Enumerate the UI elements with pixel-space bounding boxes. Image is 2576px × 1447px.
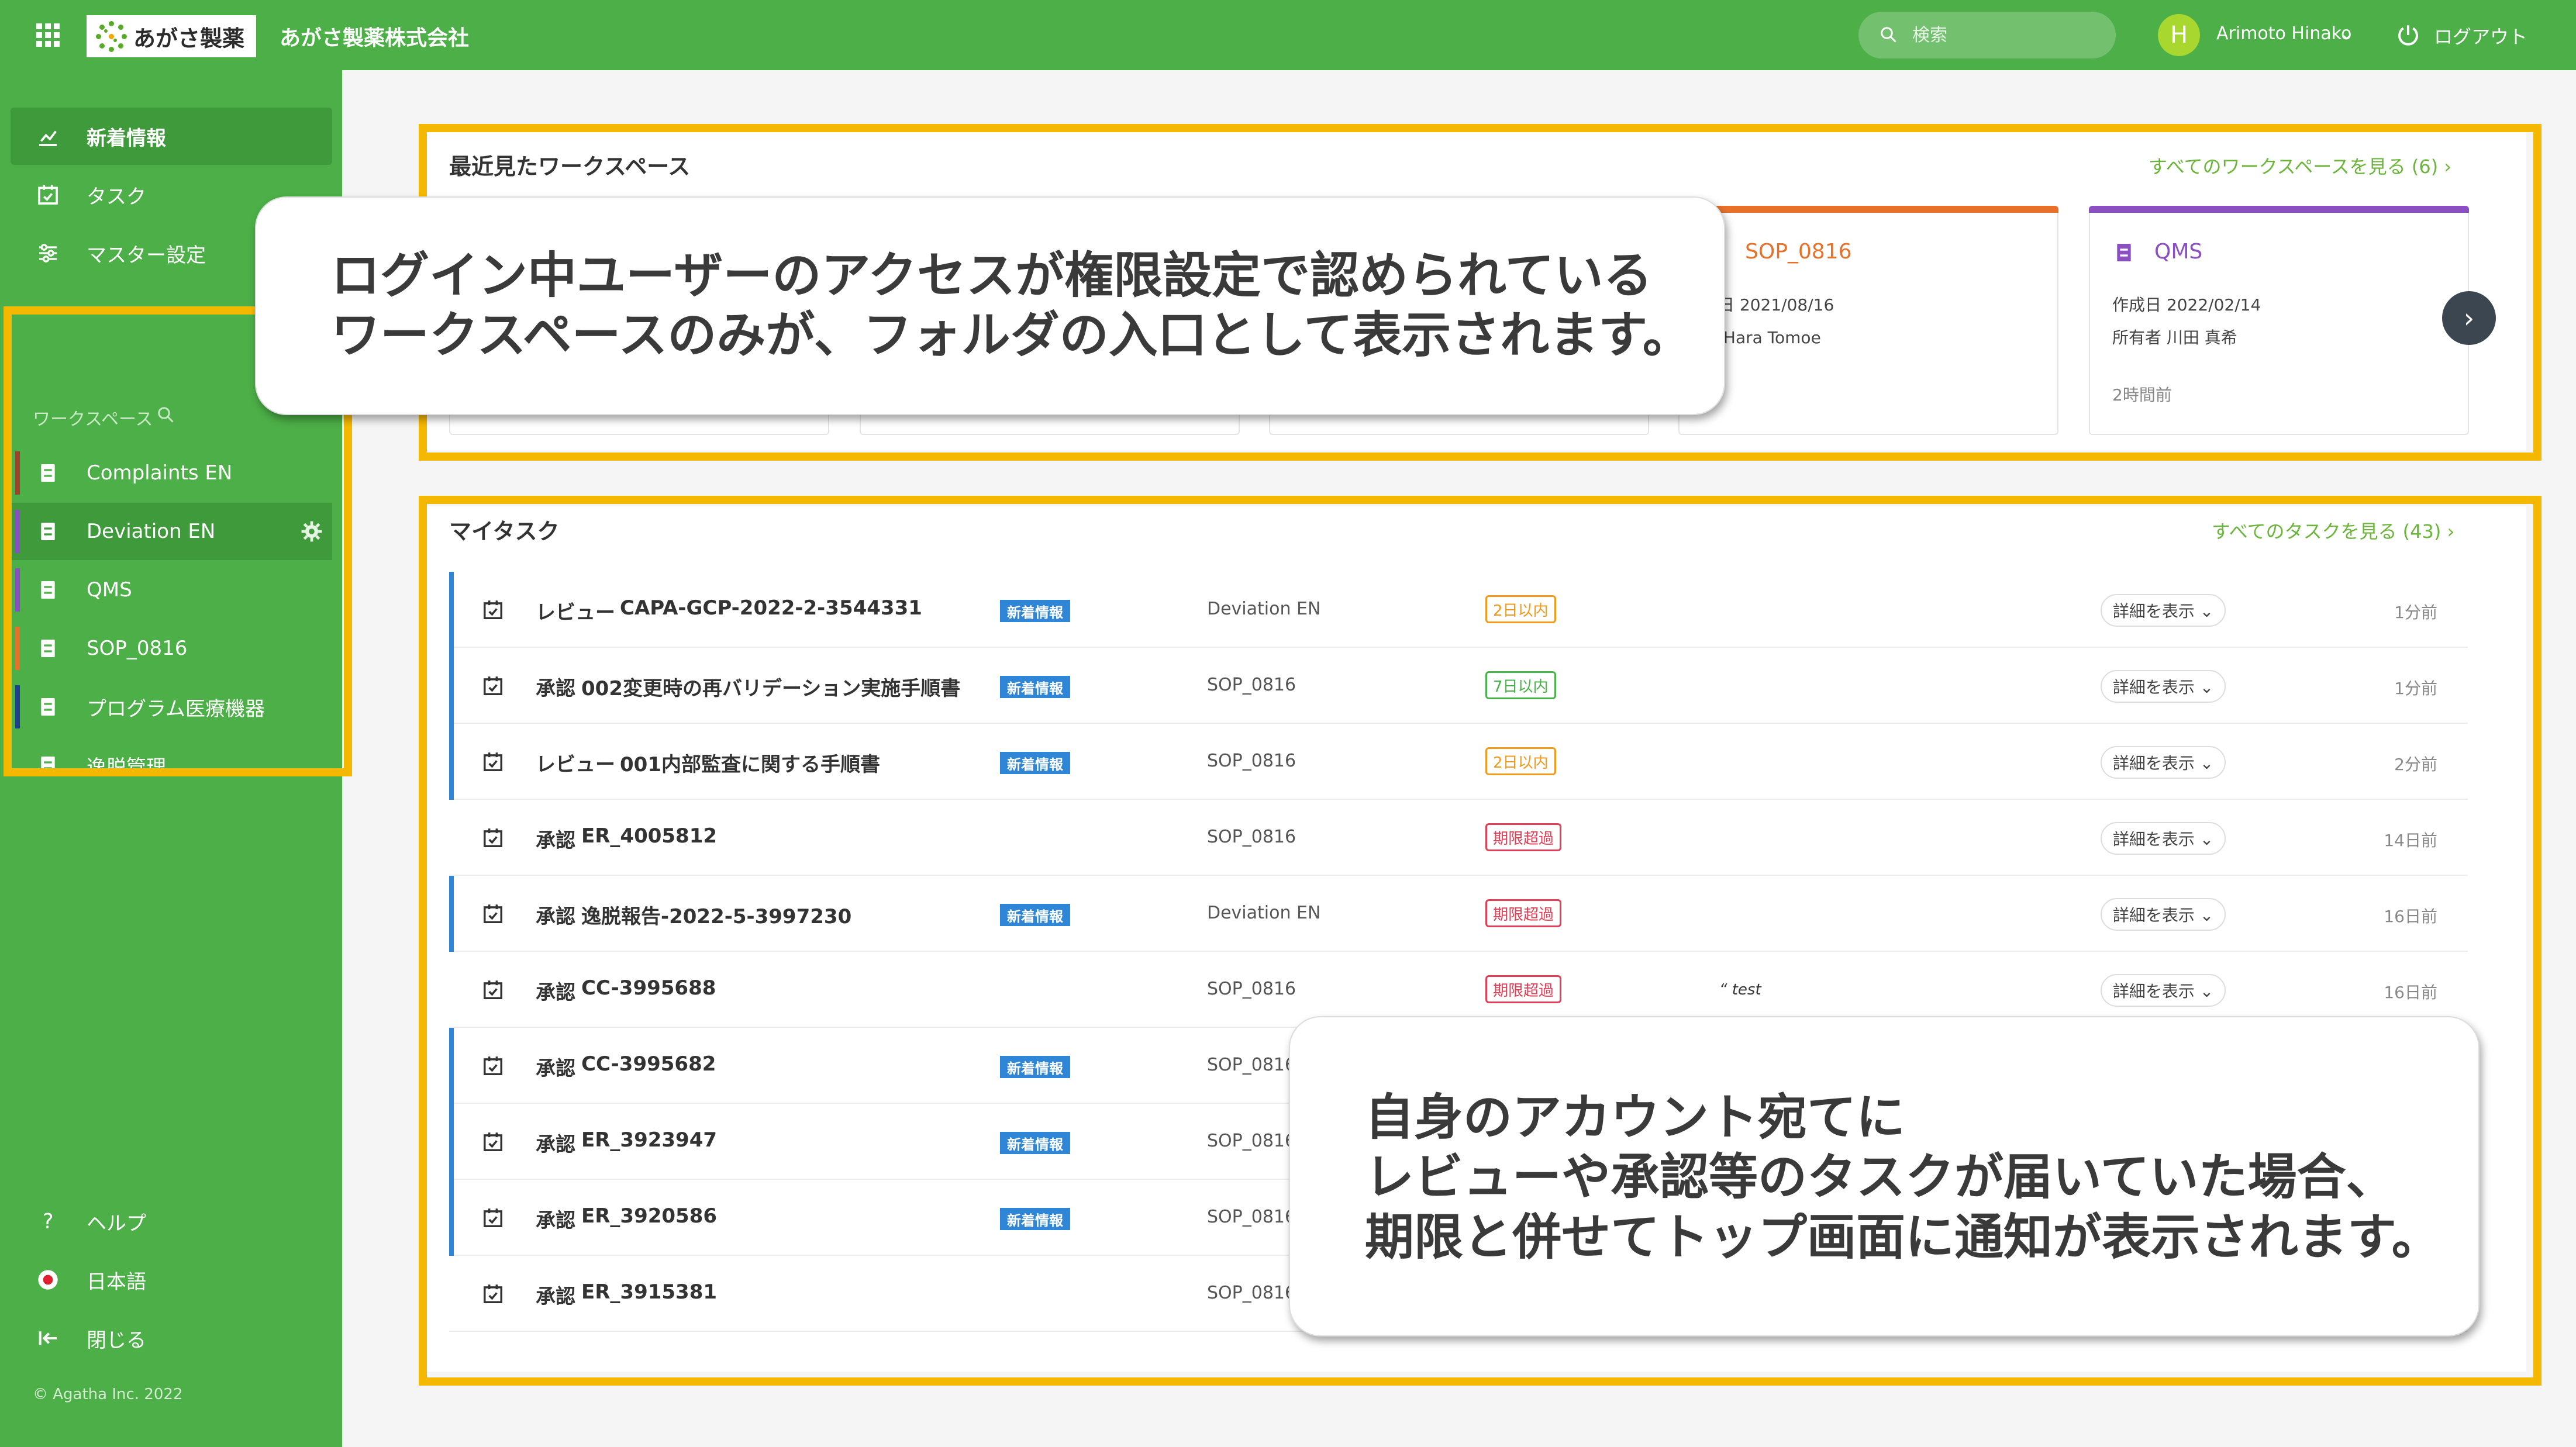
logout-button[interactable]: ログアウト bbox=[2434, 22, 2527, 49]
copyright: © Agatha Inc. 2022 bbox=[33, 1386, 183, 1403]
nav-label: タスク bbox=[87, 185, 146, 209]
footer-label: 閉じる bbox=[87, 1328, 146, 1352]
search-input[interactable] bbox=[1912, 20, 2099, 50]
avatar[interactable]: H bbox=[2158, 14, 2200, 56]
calendar-check-icon bbox=[38, 185, 58, 205]
callout-text: 自身のアカウント宛てに レビューや承認等のタスクが届いていた場合、 期限と併せて… bbox=[1365, 1089, 2441, 1266]
user-name[interactable]: Arimoto Hinako bbox=[2216, 23, 2351, 44]
nav-label: マスター設定 bbox=[87, 243, 206, 267]
logo-text: あがさ製薬 bbox=[133, 25, 245, 51]
help-link[interactable]: ? ヘルプ bbox=[11, 1193, 332, 1250]
collapse-sidebar-button[interactable]: 閉じる bbox=[11, 1310, 332, 1367]
japan-flag-icon bbox=[38, 1270, 58, 1290]
help-icon: ? bbox=[42, 1209, 54, 1234]
callout-text: ログイン中ユーザーのアクセスが権限設定で認められている ワークスペースのみが、フ… bbox=[331, 247, 1692, 364]
sliders-icon bbox=[39, 244, 57, 263]
footer-label: ヘルプ bbox=[87, 1211, 146, 1235]
search-box[interactable] bbox=[1858, 12, 2116, 58]
company-name: あがさ製薬株式会社 bbox=[280, 26, 470, 50]
callout-workspace-access: ログイン中ユーザーのアクセスが権限設定で認められている ワークスペースのみが、フ… bbox=[255, 196, 1725, 415]
company-logo[interactable]: あがさ製薬 bbox=[87, 15, 256, 57]
power-icon[interactable] bbox=[2396, 23, 2420, 47]
collapse-icon bbox=[39, 1331, 57, 1345]
footer-label: 日本語 bbox=[87, 1270, 146, 1294]
nav-item-news[interactable]: 新着情報 bbox=[11, 108, 332, 165]
callout-task-notification: 自身のアカウント宛てに レビューや承認等のタスクが届いていた場合、 期限と併せて… bbox=[1289, 1016, 2480, 1337]
apps-grid-icon[interactable] bbox=[36, 23, 60, 47]
search-icon bbox=[1881, 27, 1896, 43]
language-selector[interactable]: 日本語 bbox=[11, 1251, 332, 1308]
logo-mark-icon bbox=[95, 20, 127, 53]
chevron-down-icon[interactable]: ⌄ bbox=[2340, 26, 2353, 43]
nav-label: 新着情報 bbox=[87, 126, 166, 150]
top-header: あがさ製薬 あがさ製薬株式会社 H Arimoto Hinako ⌄ ログアウト bbox=[0, 0, 2576, 70]
chart-icon bbox=[39, 130, 57, 146]
